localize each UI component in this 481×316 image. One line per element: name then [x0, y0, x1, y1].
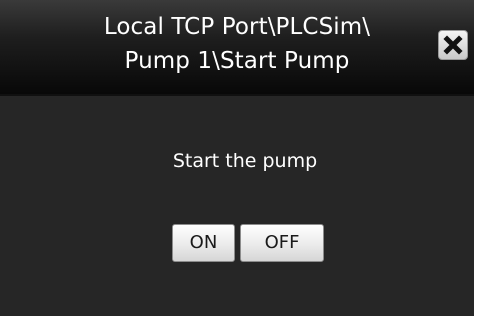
off-button[interactable]: OFF: [240, 224, 324, 262]
dialog-title-line-2: Pump 1\Start Pump: [124, 48, 350, 74]
dialog-title-line-1: Local TCP Port\PLCSim\: [103, 14, 371, 40]
dialog-title: Local TCP Port\PLCSim\ Pump 1\Start Pump: [0, 10, 474, 78]
close-button[interactable]: [438, 30, 468, 60]
close-icon: [443, 35, 463, 55]
dialog-body: Start the pump ON OFF: [0, 96, 474, 316]
dialog-message: Start the pump: [172, 150, 318, 172]
on-button[interactable]: ON: [172, 224, 235, 262]
command-dialog: Local TCP Port\PLCSim\ Pump 1\Start Pump…: [0, 0, 481, 316]
dialog-titlebar[interactable]: Local TCP Port\PLCSim\ Pump 1\Start Pump: [0, 0, 474, 96]
